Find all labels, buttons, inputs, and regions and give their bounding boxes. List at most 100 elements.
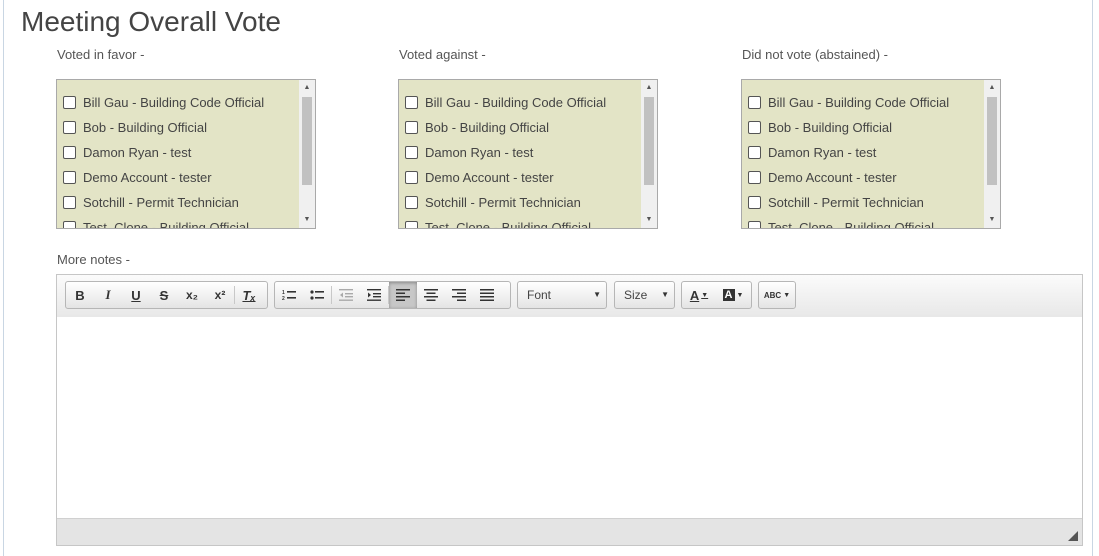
align-center-icon (424, 289, 438, 301)
member-option[interactable]: Test_Clone - Building Official (399, 215, 641, 229)
voted-in-favor-listbox[interactable]: Bill Gau - Building Code Official Bob - B… (56, 79, 316, 229)
member-label: Bob - Building Official (768, 120, 893, 135)
chevron-down-icon[interactable]: ▼ (984, 213, 1000, 227)
underline-button[interactable]: U (122, 282, 150, 308)
spellcheck-button[interactable]: ABC ▼ (759, 282, 795, 308)
member-checkbox[interactable] (405, 121, 418, 134)
chevron-up-icon[interactable]: ▲ (641, 81, 657, 95)
bullet-list-button[interactable] (303, 282, 331, 308)
member-checkbox[interactable] (405, 196, 418, 209)
member-checkbox[interactable] (748, 121, 761, 134)
scroll-thumb[interactable] (302, 97, 312, 185)
chevron-down-icon[interactable]: ▼ (299, 213, 315, 227)
justify-button[interactable] (473, 282, 501, 308)
member-checkbox[interactable] (748, 96, 761, 109)
outdent-button[interactable] (332, 282, 360, 308)
member-checkbox[interactable] (405, 96, 418, 109)
subscript-button[interactable]: x₂ (178, 282, 206, 308)
scrollbar[interactable]: ▲ ▼ (299, 80, 315, 228)
italic-button[interactable]: I (94, 282, 122, 308)
numbered-list-button[interactable]: 12 (275, 282, 303, 308)
member-checkbox[interactable] (405, 146, 418, 159)
member-checkbox[interactable] (748, 221, 761, 228)
member-option[interactable]: Damon Ryan - test (742, 140, 984, 165)
member-label: Test_Clone - Building Official (425, 220, 591, 229)
editor-status-bar (57, 518, 1082, 545)
member-option[interactable]: Bill Gau - Building Code Official (399, 90, 641, 115)
member-label: Bill Gau - Building Code Official (83, 95, 265, 110)
font-select-value: Font (527, 288, 552, 302)
member-checkbox[interactable] (63, 221, 76, 228)
member-label: Bill Gau - Building Code Official (425, 95, 607, 110)
editor-toolbar: B I U S x₂ x² Tₓ 12 Font ▼ Size ▼ A ▼ A … (57, 275, 1082, 318)
text-color-icon: A (689, 287, 700, 303)
color-group: A ▼ A ▼ (681, 281, 752, 309)
member-checkbox[interactable] (63, 171, 76, 184)
member-option[interactable]: Bob - Building Official (742, 115, 984, 140)
align-center-button[interactable] (417, 282, 445, 308)
member-checkbox[interactable] (748, 171, 761, 184)
size-select-value: Size (624, 288, 648, 302)
chevron-down-icon[interactable]: ▼ (641, 213, 657, 227)
member-checkbox[interactable] (748, 196, 761, 209)
member-checkbox[interactable] (63, 196, 76, 209)
member-option[interactable]: Bob - Building Official (399, 115, 641, 140)
member-checkbox[interactable] (405, 171, 418, 184)
align-right-button[interactable] (445, 282, 473, 308)
voted-against-label: Voted against - (399, 47, 486, 62)
scroll-thumb[interactable] (644, 97, 654, 185)
member-option[interactable]: Test_Clone - Building Official (57, 215, 299, 229)
member-list: Bill Gau - Building Code Official Bob - B… (742, 90, 984, 229)
strikethrough-button[interactable]: S (150, 282, 178, 308)
voted-against-listbox[interactable]: Bill Gau - Building Code Official Bob - B… (398, 79, 658, 229)
more-notes-label: More notes - (57, 252, 130, 267)
member-checkbox[interactable] (63, 146, 76, 159)
background-color-icon: A (722, 289, 735, 301)
member-checkbox[interactable] (63, 121, 76, 134)
member-option[interactable]: Sotchill - Permit Technician (742, 190, 984, 215)
text-color-button[interactable]: A ▼ (682, 282, 716, 308)
member-label: Sotchill - Permit Technician (425, 195, 581, 210)
abstained-listbox[interactable]: Bill Gau - Building Code Official Bob - B… (741, 79, 1001, 229)
scroll-thumb[interactable] (987, 97, 997, 185)
superscript-button[interactable]: x² (206, 282, 234, 308)
member-option[interactable]: Demo Account - tester (399, 165, 641, 190)
member-label: Test_Clone - Building Official (768, 220, 934, 229)
remove-format-button[interactable]: Tₓ (235, 282, 263, 308)
scrollbar[interactable]: ▲ ▼ (984, 80, 1000, 228)
size-select[interactable]: Size ▼ (614, 281, 675, 309)
member-option[interactable]: Test_Clone - Building Official (742, 215, 984, 229)
indent-icon (367, 289, 381, 301)
member-label: Test_Clone - Building Official (83, 220, 249, 229)
member-checkbox[interactable] (63, 96, 76, 109)
resize-grip-icon[interactable] (1068, 531, 1078, 541)
member-checkbox[interactable] (405, 221, 418, 228)
member-label: Demo Account - tester (768, 170, 897, 185)
chevron-up-icon[interactable]: ▲ (984, 81, 1000, 95)
svg-text:2: 2 (282, 296, 285, 301)
bold-button[interactable]: B (66, 282, 94, 308)
page-title: Meeting Overall Vote (21, 6, 281, 37)
chevron-up-icon[interactable]: ▲ (299, 81, 315, 95)
member-option[interactable]: Demo Account - tester (57, 165, 299, 190)
member-option[interactable]: Sotchill - Permit Technician (399, 190, 641, 215)
notes-editor-area[interactable] (57, 317, 1082, 519)
member-option[interactable]: Bill Gau - Building Code Official (742, 90, 984, 115)
font-select[interactable]: Font ▼ (517, 281, 607, 309)
align-right-icon (452, 289, 466, 301)
background-color-button[interactable]: A ▼ (716, 282, 750, 308)
member-option[interactable]: Bob - Building Official (57, 115, 299, 140)
indent-button[interactable] (360, 282, 388, 308)
spellcheck-icon: ABC (763, 290, 782, 300)
member-option[interactable]: Demo Account - tester (742, 165, 984, 190)
member-option[interactable]: Sotchill - Permit Technician (57, 190, 299, 215)
member-option[interactable]: Bill Gau - Building Code Official (57, 90, 299, 115)
scrollbar[interactable]: ▲ ▼ (641, 80, 657, 228)
member-label: Damon Ryan - test (425, 145, 534, 160)
member-checkbox[interactable] (748, 146, 761, 159)
member-option[interactable]: Damon Ryan - test (57, 140, 299, 165)
member-option[interactable]: Damon Ryan - test (399, 140, 641, 165)
member-list: Bill Gau - Building Code Official Bob - B… (399, 90, 641, 229)
member-list: Bill Gau - Building Code Official Bob - B… (57, 90, 299, 229)
align-left-button[interactable] (389, 282, 417, 308)
